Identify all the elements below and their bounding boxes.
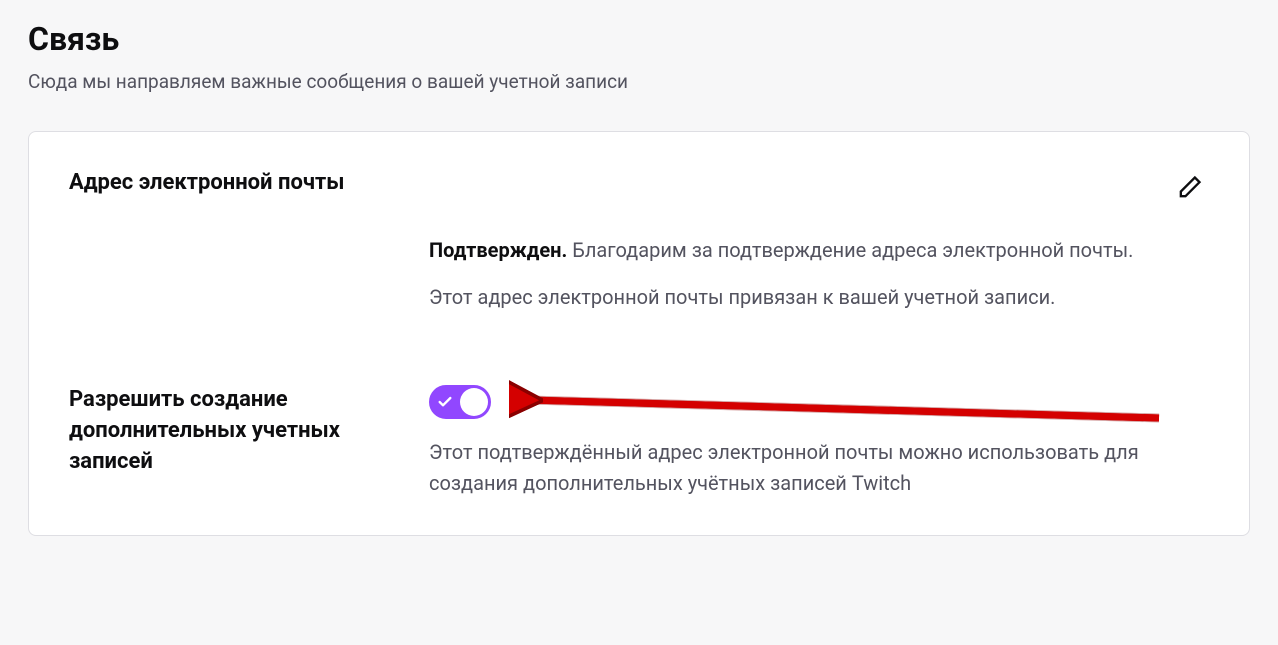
allow-accounts-row: Разрешить создание дополнительных учетны… <box>29 349 1249 535</box>
check-icon <box>437 394 453 410</box>
email-linked-text: Этот адрес электронной почты привязан к … <box>429 282 1209 313</box>
pencil-icon <box>1175 174 1203 202</box>
email-label: Адрес электронной почты <box>69 168 345 199</box>
annotation-arrow-icon <box>509 372 1169 432</box>
allow-accounts-toggle[interactable] <box>429 385 491 419</box>
email-row: Адрес электронной почты Подтвержден. Бла… <box>29 132 1249 349</box>
email-verified-text: Благодарим за подтверждение адреса элект… <box>567 238 1133 262</box>
settings-card: Адрес электронной почты Подтвержден. Бла… <box>28 131 1250 536</box>
section-subtitle: Сюда мы направляем важные сообщения о ва… <box>28 70 1250 93</box>
email-verified-line: Подтвержден. Благодарим за подтверждение… <box>429 235 1209 266</box>
edit-email-button[interactable] <box>1169 168 1209 211</box>
email-verified-label: Подтвержден. <box>429 238 567 262</box>
allow-accounts-description: Этот подтверждённый адрес электронной по… <box>429 437 1179 499</box>
toggle-knob <box>460 388 488 416</box>
section-title: Связь <box>28 20 1250 58</box>
allow-accounts-label: Разрешить создание дополнительных учетны… <box>69 385 429 477</box>
